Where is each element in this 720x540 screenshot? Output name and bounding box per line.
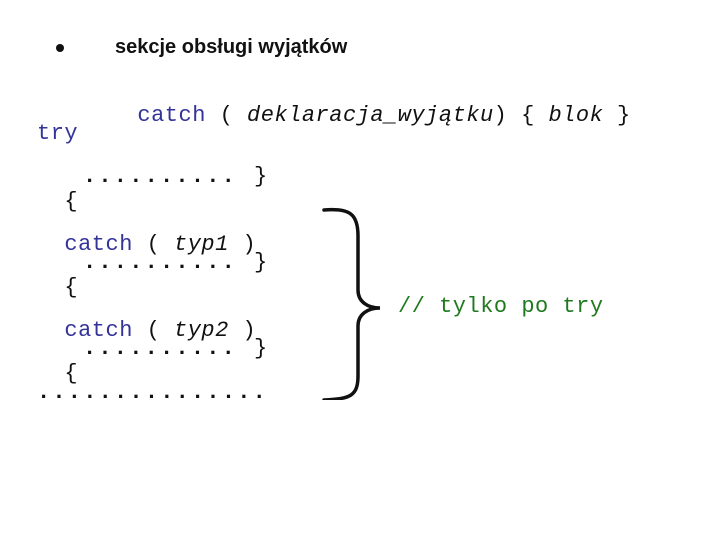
- block-close-brace: }: [254, 250, 268, 275]
- block-dots: ..........: [83, 250, 238, 275]
- comment-annotation: // tylko po try: [398, 294, 604, 319]
- block-placeholder: blok: [548, 103, 604, 128]
- catch-keyword: catch: [137, 103, 206, 128]
- block-close-brace: }: [254, 336, 268, 361]
- block-close-brace: }: [254, 164, 268, 189]
- bullet-icon: [56, 44, 64, 52]
- block-dots: ..........: [83, 336, 238, 361]
- section-heading: sekcje obsługi wyjątków: [115, 36, 348, 58]
- close-paren: ): [493, 103, 508, 128]
- block-dots: ..........: [83, 164, 238, 189]
- exception-declaration: deklaracja_wyjątku: [247, 103, 494, 128]
- continuation-ellipsis: ...............: [37, 380, 269, 405]
- open-paren: (: [219, 103, 234, 128]
- syntax-line: catch ( deklaracja_wyjątku) { blok }: [110, 78, 631, 128]
- right-brace-icon: [322, 207, 381, 400]
- open-brace: {: [521, 103, 535, 128]
- try-keyword: try: [37, 121, 79, 146]
- close-brace: }: [617, 103, 631, 128]
